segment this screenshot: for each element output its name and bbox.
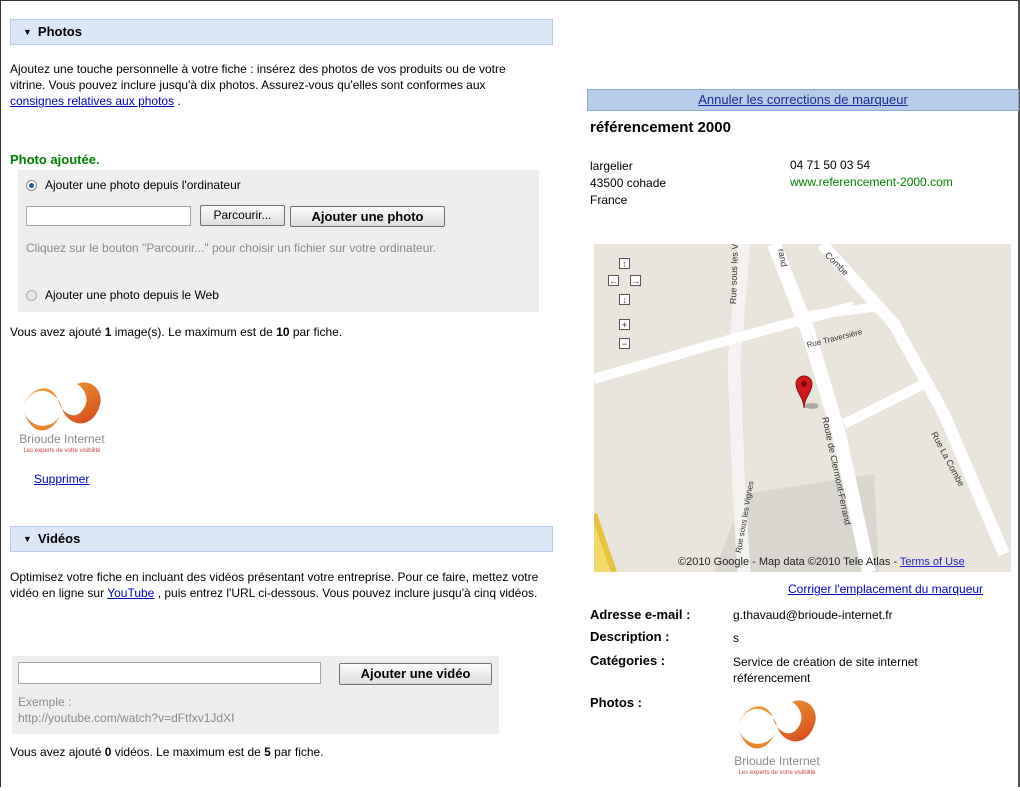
video-example-label: Exemple : [18, 695, 72, 709]
business-phone: 04 71 50 03 54 [790, 158, 871, 172]
video-count-pre: Vous avez ajouté [10, 745, 105, 759]
videos-section-header[interactable]: ▼ Vidéos [10, 526, 553, 552]
video-max: 5 [264, 745, 271, 759]
business-website-link[interactable]: www.referencement-2000.com [790, 175, 953, 189]
option-web-label: Ajouter une photo depuis le Web [45, 288, 219, 302]
map-marker-icon[interactable] [794, 374, 818, 410]
pan-down-icon[interactable]: ↓ [619, 294, 630, 305]
business-address: largelier 43500 cohade France [590, 158, 666, 209]
add-photo-button[interactable]: Ajouter une photo [290, 206, 445, 227]
radio-computer[interactable] [26, 180, 37, 192]
video-count-post: par fiche. [270, 745, 324, 759]
address-line1: largelier [590, 159, 633, 173]
photo-upload-panel: Ajouter une photo depuis l'ordinateur Pa… [18, 170, 539, 312]
description-value: s [733, 631, 739, 645]
description-label: Description : [590, 629, 670, 644]
email-value: g.thavaud@brioude-internet.fr [733, 608, 893, 622]
map-view[interactable]: Rue sous les Vignes Rue Traversière Rout… [594, 244, 1011, 572]
video-example-url: http://youtube.com/watch?v=dFtfxv1JdXI [18, 711, 235, 725]
youtube-link[interactable]: YouTube [107, 586, 154, 600]
photos-intro: Ajoutez une touche personnelle à votre f… [10, 61, 540, 109]
video-upload-panel: Ajouter une vidéo Exemple : http://youtu… [12, 656, 499, 734]
option-computer-row[interactable]: Ajouter une photo depuis l'ordinateur [26, 178, 241, 192]
videos-header-label: Vidéos [37, 531, 81, 546]
listing-photo-thumbnail: Brioude Internet Les experts de votre vi… [727, 688, 827, 788]
photo-guidelines-link[interactable]: consignes relatives aux photos [10, 94, 174, 108]
logo-tagline: Les experts de votre visibilité [23, 448, 101, 454]
video-count-text: Vous avez ajouté 0 vidéos. Le maximum es… [10, 744, 540, 760]
logo-name: Brioude Internet [19, 432, 105, 446]
photo-max: 10 [276, 325, 290, 339]
photos-label: Photos : [590, 695, 642, 710]
add-video-button[interactable]: Ajouter une vidéo [339, 663, 492, 685]
email-label: Adresse e-mail : [590, 607, 691, 622]
cancel-marker-bar: Annuler les corrections de marqueur [587, 89, 1019, 111]
zoom-out-icon[interactable]: − [619, 338, 630, 349]
videos-intro: Optimisez votre fiche en incluant des vi… [10, 569, 540, 601]
photo-count-post: par fiche. [289, 325, 343, 339]
category-2: référencement [733, 671, 811, 685]
photos-header-label: Photos [37, 24, 82, 39]
collapse-triangle-icon: ▼ [23, 27, 32, 37]
logo-tagline: Les experts de votre visibilité [738, 770, 816, 776]
logo-name: Brioude Internet [734, 754, 820, 768]
category-1: Service de création de site internet [733, 655, 918, 669]
browse-hint: Cliquez sur le bouton "Parcourir..." pou… [26, 241, 437, 255]
map-terms-link[interactable]: Terms of Use [900, 556, 965, 568]
photos-section-header[interactable]: ▼ Photos [10, 19, 553, 45]
pan-left-icon[interactable]: ← [608, 275, 619, 286]
delete-photo-link[interactable]: Supprimer [34, 472, 89, 486]
map-credit: ©2010 Google - Map data ©2010 Tele Atlas… [678, 556, 965, 568]
photo-added-message: Photo ajoutée. [10, 152, 100, 167]
zoom-in-icon[interactable]: + [619, 319, 630, 330]
cancel-marker-link[interactable]: Annuler les corrections de marqueur [698, 92, 908, 107]
photos-intro-text: Ajoutez une touche personnelle à votre f… [10, 62, 506, 92]
photos-intro-end: . [177, 94, 181, 108]
video-count-mid: vidéos. Le maximum est de [111, 745, 265, 759]
pan-right-icon[interactable]: → [630, 275, 641, 286]
window-top-border [0, 0, 1020, 1]
file-path-input[interactable] [26, 206, 191, 226]
collapse-triangle-icon: ▼ [23, 534, 32, 544]
video-url-input[interactable] [18, 662, 321, 684]
correct-marker-link[interactable]: Corriger l'emplacement du marqueur [788, 582, 983, 596]
photo-count-text: Vous avez ajouté 1 image(s). Le maximum … [10, 324, 540, 340]
option-computer-label: Ajouter une photo depuis l'ordinateur [45, 178, 241, 192]
map-credit-text: ©2010 Google - Map data ©2010 Tele Atlas… [678, 556, 898, 568]
categories-label: Catégories : [590, 653, 666, 668]
photo-count-pre: Vous avez ajouté [10, 325, 105, 339]
videos-intro-end: , puis entrez l'URL ci-dessous. Vous pou… [157, 586, 538, 600]
photo-thumbnail: Brioude Internet Les experts de votre vi… [12, 370, 112, 470]
address-line2: 43500 cohade [590, 176, 667, 190]
pan-up-icon[interactable]: ↑ [619, 258, 630, 269]
radio-web[interactable] [26, 290, 37, 302]
option-web-row[interactable]: Ajouter une photo depuis le Web [26, 288, 219, 302]
window-left-border [0, 0, 1, 787]
browse-button[interactable]: Parcourir... [200, 205, 285, 226]
address-line3: France [590, 193, 628, 207]
brioude-logo-icon [22, 382, 101, 431]
photo-count-mid: image(s). Le maximum est de [111, 325, 277, 339]
business-name: référencement 2000 [590, 119, 731, 136]
